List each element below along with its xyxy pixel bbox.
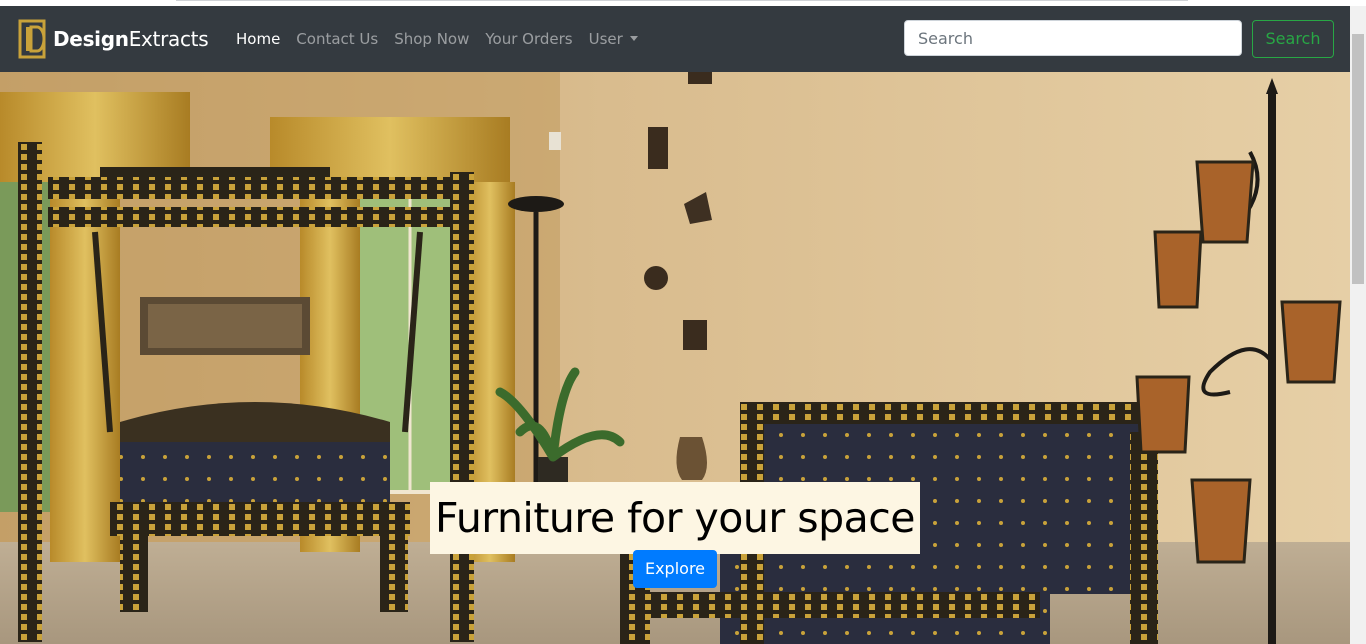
nav-home[interactable]: Home xyxy=(236,30,280,48)
hero-headline: Furniture for your space xyxy=(430,482,920,554)
brand-name-light: Extracts xyxy=(128,27,209,51)
brand-name-bold: Design xyxy=(53,27,129,51)
hero-banner: Furniture for your space Explore xyxy=(0,72,1350,644)
page-scrollbar[interactable] xyxy=(1350,6,1366,644)
search-button[interactable]: Search xyxy=(1252,20,1334,58)
main-nav: Home Contact Us Shop Now Your Orders Use… xyxy=(236,6,654,72)
explore-button[interactable]: Explore xyxy=(633,550,717,588)
nav-your-orders[interactable]: Your Orders xyxy=(485,30,572,48)
top-navbar: DesignExtracts Home Contact Us Shop Now … xyxy=(0,6,1350,72)
brand[interactable]: DesignExtracts xyxy=(18,18,209,60)
brand-name: DesignExtracts xyxy=(53,27,209,51)
search-input[interactable] xyxy=(904,20,1242,56)
nav-contact-us[interactable]: Contact Us xyxy=(296,30,378,48)
de-monogram-logo-icon xyxy=(18,19,46,59)
nav-user-dropdown[interactable]: User xyxy=(589,30,638,48)
nav-user-label: User xyxy=(588,30,623,48)
browser-tab-line xyxy=(176,0,1188,1)
caret-down-icon xyxy=(629,36,638,41)
nav-shop-now[interactable]: Shop Now xyxy=(394,30,469,48)
scrollbar-thumb[interactable] xyxy=(1352,34,1364,284)
